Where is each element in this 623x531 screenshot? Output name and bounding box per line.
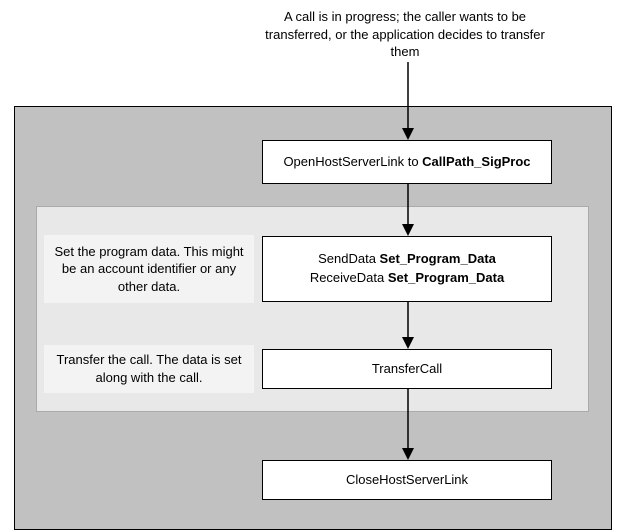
note-transfer-call: Transfer the call. The data is set along… <box>44 345 254 393</box>
step-bold-text: Set_Program_Data <box>388 270 504 285</box>
caption-text: A call is in progress; the caller wants … <box>260 8 550 61</box>
arrow-step1-to-step2 <box>407 184 409 236</box>
arrow-step2-to-step3 <box>407 302 409 349</box>
step-label: CloseHostServerLink <box>346 471 468 490</box>
step-open-host-server-link: OpenHostServerLink to CallPath_SigProc <box>262 140 552 184</box>
diagram-canvas: A call is in progress; the caller wants … <box>0 0 623 531</box>
note-set-program-data: Set the program data. This might be an a… <box>44 235 254 303</box>
step-label: TransferCall <box>372 360 442 379</box>
arrow-step3-to-step4 <box>407 389 409 460</box>
step-label: OpenHostServerLink to CallPath_SigProc <box>283 153 530 172</box>
step-send-receive-data: SendData Set_Program_Data ReceiveData Se… <box>262 236 552 302</box>
note-text: Set the program data. This might be an a… <box>54 243 244 296</box>
note-text: Transfer the call. The data is set along… <box>54 351 244 386</box>
arrow-caption-to-step1 <box>407 62 409 140</box>
step-bold-text: CallPath_SigProc <box>422 154 530 169</box>
step-plain-text: ReceiveData <box>310 270 388 285</box>
step-plain-text: OpenHostServerLink to <box>283 154 422 169</box>
step-bold-text: Set_Program_Data <box>380 251 496 266</box>
step-transfer-call: TransferCall <box>262 349 552 389</box>
step-plain-text: SendData <box>318 251 379 266</box>
step-line2: ReceiveData Set_Program_Data <box>310 269 504 288</box>
step-close-host-server-link: CloseHostServerLink <box>262 460 552 500</box>
step-line1: SendData Set_Program_Data <box>318 250 496 269</box>
